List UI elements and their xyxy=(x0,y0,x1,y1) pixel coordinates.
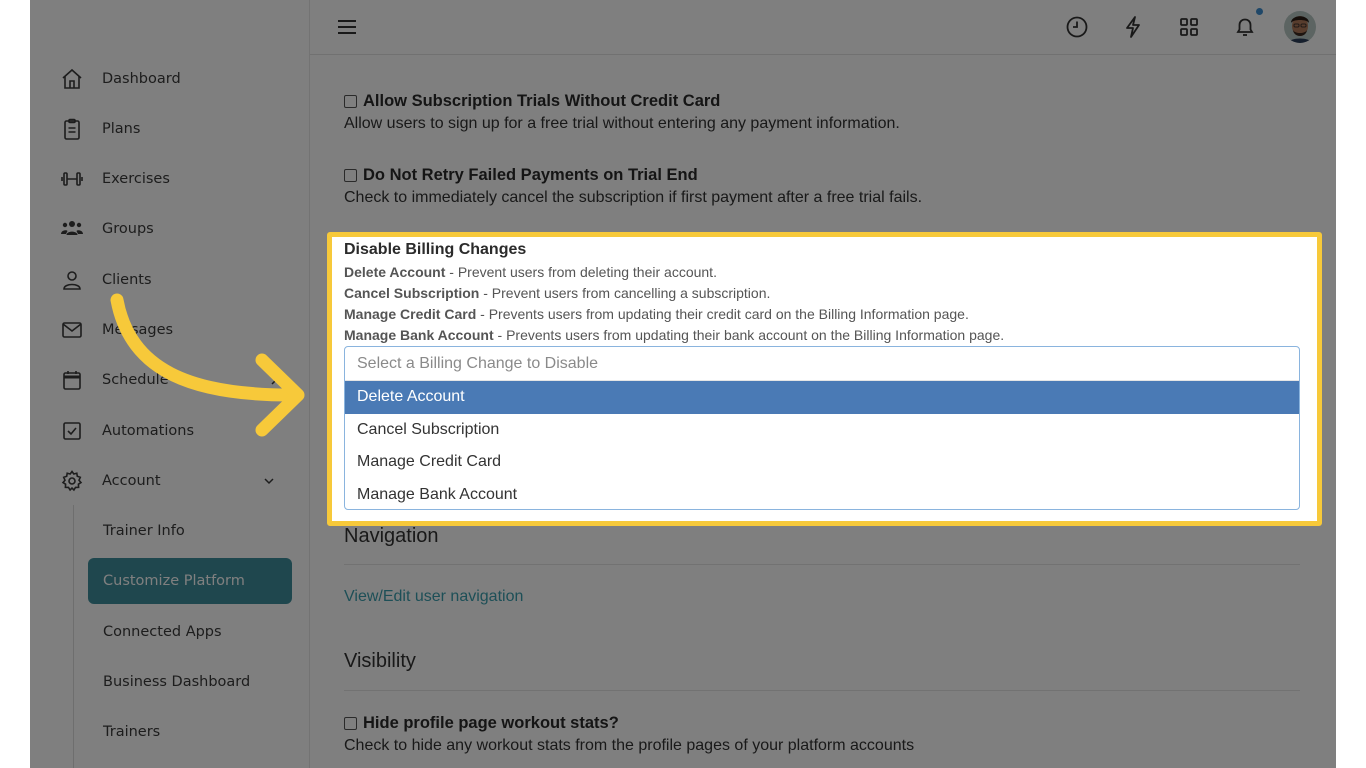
checkbox-icon xyxy=(60,419,90,443)
divider xyxy=(344,564,1300,565)
clipboard-icon xyxy=(60,117,90,141)
sidebar-subitem-label: Trainer Info xyxy=(103,523,185,539)
checkbox[interactable] xyxy=(344,169,357,182)
sidebar-item-label: Groups xyxy=(102,221,154,237)
option-title: Allow Subscription Trials Without Credit… xyxy=(363,92,721,110)
checkbox[interactable] xyxy=(344,95,357,108)
chevron-down-icon xyxy=(263,464,275,498)
option-no-retry[interactable]: Do Not Retry Failed Payments on Trial En… xyxy=(344,166,698,185)
calendar-icon xyxy=(60,368,90,392)
sidebar-item-label: Clients xyxy=(102,272,152,288)
sidebar-item-label: Dashboard xyxy=(102,71,181,87)
sidebar-subitem-label: Connected Apps xyxy=(103,624,222,640)
checkbox[interactable] xyxy=(344,717,357,730)
sidebar-subitem-customize-platform[interactable]: Customize Platform xyxy=(88,558,292,604)
billing-row-name: Delete Account xyxy=(344,264,446,280)
submenu-guide-line xyxy=(73,505,74,768)
view-edit-navigation-link[interactable]: View/Edit user navigation xyxy=(344,588,523,606)
billing-row-name: Manage Bank Account xyxy=(344,327,494,343)
option-description: Check to immediately cancel the subscrip… xyxy=(344,189,923,206)
sidebar-item-clients[interactable]: Clients xyxy=(60,263,152,297)
billing-row-desc: - Prevent users from cancelling a subscr… xyxy=(479,285,771,301)
left-margin xyxy=(0,0,30,768)
home-icon xyxy=(60,67,90,91)
sidebar-item-label: Plans xyxy=(102,121,141,137)
sidebar-item-exercises[interactable]: Exercises xyxy=(60,162,170,196)
billing-row-desc: - Prevent users from deleting their acco… xyxy=(445,264,717,280)
gear-icon xyxy=(60,469,90,493)
billing-row: Cancel Subscription - Prevent users from… xyxy=(344,285,770,301)
option-title: Hide profile page workout stats? xyxy=(363,714,619,732)
sidebar-subitem-trainer-info[interactable]: Trainer Info xyxy=(88,508,292,554)
sidebar-subitem-trainers[interactable]: Trainers xyxy=(88,709,292,755)
billing-row: Delete Account - Prevent users from dele… xyxy=(344,264,717,280)
sidebar-item-account[interactable]: Account xyxy=(60,464,275,498)
sidebar-item-label: Account xyxy=(102,473,161,489)
option-description: Check to hide any workout stats from the… xyxy=(344,737,915,754)
chevron-right-icon xyxy=(268,363,280,397)
sidebar-item-automations[interactable]: Automations xyxy=(60,414,194,448)
option-allow-trials[interactable]: Allow Subscription Trials Without Credit… xyxy=(344,92,720,111)
section-title-navigation: Navigation xyxy=(344,525,439,547)
option-description: Allow users to sign up for a free trial … xyxy=(344,115,900,132)
option-hide-workout-stats[interactable]: Hide profile page workout stats? xyxy=(344,714,619,733)
sidebar-item-label: Messages xyxy=(102,322,174,338)
billing-row-name: Manage Credit Card xyxy=(344,306,477,322)
select-option-manage-credit-card[interactable]: Manage Credit Card xyxy=(345,446,1299,479)
sidebar-item-schedule[interactable]: Schedule xyxy=(60,363,280,397)
sidebar-item-label: Exercises xyxy=(102,171,170,187)
billing-change-select[interactable]: Select a Billing Change to Disable Delet… xyxy=(344,346,1300,510)
billing-row-name: Cancel Subscription xyxy=(344,285,480,301)
billing-row: Manage Bank Account - Prevents users fro… xyxy=(344,327,1004,343)
billing-row-desc: - Prevents users from updating their cre… xyxy=(476,306,969,322)
select-option-manage-bank-account[interactable]: Manage Bank Account xyxy=(345,479,1299,510)
sidebar-subitem-label: Trainers xyxy=(103,724,161,740)
select-option-cancel-subscription[interactable]: Cancel Subscription xyxy=(345,414,1299,447)
dumbbell-icon xyxy=(60,167,90,191)
sidebar-item-groups[interactable]: Groups xyxy=(60,212,154,246)
billing-change-search-input[interactable]: Select a Billing Change to Disable xyxy=(345,347,1299,381)
sidebar-item-label: Automations xyxy=(102,423,195,439)
section-title-visibility: Visibility xyxy=(344,650,416,672)
divider xyxy=(344,690,1300,691)
sidebar-subitem-connected-apps[interactable]: Connected Apps xyxy=(88,609,292,655)
mail-icon xyxy=(60,318,90,342)
sidebar-item-dashboard[interactable]: Dashboard xyxy=(60,62,181,96)
billing-row-desc: - Prevents users from updating their ban… xyxy=(493,327,1005,343)
sidebar-item-label: Schedule xyxy=(102,372,169,388)
option-title: Do Not Retry Failed Payments on Trial En… xyxy=(363,166,698,184)
sidebar-item-messages[interactable]: Messages xyxy=(60,313,173,347)
sidebar-subitem-business-dashboard[interactable]: Business Dashboard xyxy=(88,659,292,705)
billing-row: Manage Credit Card - Prevents users from… xyxy=(344,306,969,322)
sidebar-item-plans[interactable]: Plans xyxy=(60,112,140,146)
users-icon xyxy=(60,217,90,241)
sidebar: Dashboard Plans Exercises Groups Clients… xyxy=(30,0,310,768)
sidebar-subitem-label: Business Dashboard xyxy=(103,674,251,690)
right-margin xyxy=(1336,0,1366,768)
sidebar-subitem-label: Customize Platform xyxy=(103,573,245,589)
user-icon xyxy=(60,268,90,292)
select-option-delete-account[interactable]: Delete Account xyxy=(345,381,1299,414)
billing-section-title: Disable Billing Changes xyxy=(344,241,527,258)
